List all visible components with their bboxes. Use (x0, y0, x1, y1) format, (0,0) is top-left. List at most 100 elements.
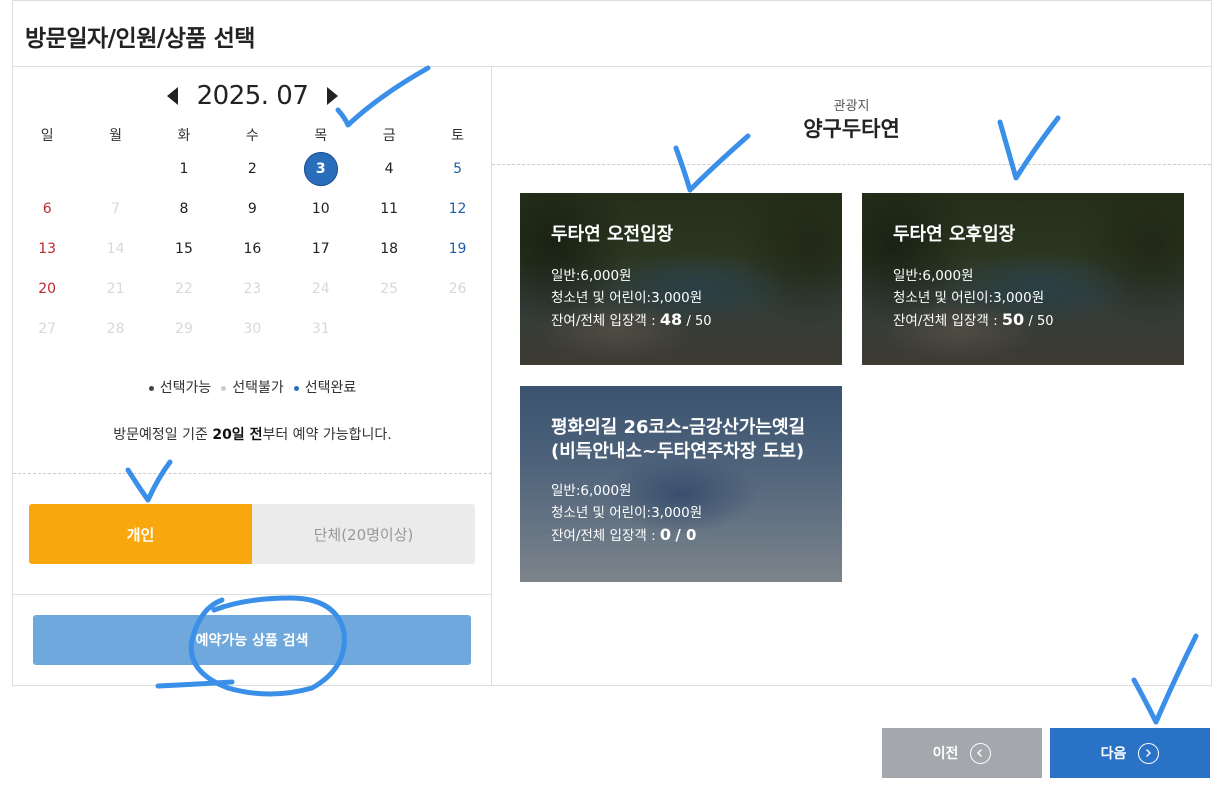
calendar-day[interactable]: 9 (218, 192, 286, 226)
calendar-day: 29 (150, 312, 218, 346)
product-card-trail[interactable]: 평화의길 26코스-금강산가는옛길 (비득안내소~두타연주차장 도보) 일반:6… (520, 386, 842, 582)
product-card-afternoon[interactable]: 두타연 오후입장 일반:6,000원 청소년 및 어린이:3,000원 잔여/전… (862, 193, 1184, 365)
day-number: 29 (175, 321, 193, 337)
calendar-day: 25 (355, 272, 423, 306)
notice-text-bold: 20일 전 (212, 427, 263, 443)
next-button[interactable]: 다음 (1050, 728, 1210, 778)
legend-dot-icon (293, 385, 299, 391)
previous-label: 이전 (932, 746, 959, 762)
remaining-count: 48 (659, 310, 683, 329)
calendar-day[interactable]: 10 (287, 192, 355, 226)
calendar-empty-cell (13, 152, 81, 186)
legend-dot-icon (221, 385, 227, 391)
legend-label: 선택가능 (159, 380, 212, 396)
calendar-day[interactable]: 20 (13, 272, 81, 306)
next-label: 다음 (1100, 746, 1127, 762)
calendar-day[interactable]: 4 (355, 152, 423, 186)
chevron-left-circle-icon (970, 742, 992, 764)
day-number: 25 (380, 281, 399, 297)
calendar-day[interactable]: 15 (150, 232, 218, 266)
calendar-day[interactable]: 8 (150, 192, 218, 226)
calendar-day: 24 (287, 272, 355, 306)
product-card-morning[interactable]: 두타연 오전입장 일반:6,000원 청소년 및 어린이:3,000원 잔여/전… (520, 193, 842, 365)
search-products-button[interactable]: 예약가능 상품 검색 (33, 615, 471, 665)
calendar-day[interactable]: 11 (355, 192, 423, 226)
day-number: 24 (311, 281, 330, 297)
prev-month-arrow-icon[interactable] (166, 87, 178, 105)
calendar-day[interactable]: 6 (13, 192, 81, 226)
spot-category: 관광지 (833, 99, 870, 114)
calendar-empty-cell (355, 312, 423, 346)
calendar-day: 7 (81, 192, 149, 226)
day-number: 8 (179, 201, 189, 217)
day-number: 3 (303, 152, 338, 186)
group-button[interactable]: 단체(20명이상) (252, 504, 475, 564)
legend-label: 선택불가 (232, 380, 284, 396)
adult-price: 일반:6,000원 (551, 268, 632, 284)
reservation-page: 방문일자/인원/상품 선택 2025. 07 일월화수목금토 123456789… (0, 0, 1222, 787)
calendar-grid: 일월화수목금토 1 2 3 4 5 6 7 8 9 10 11 12 13 14 15 16 17 18 19 20 2… (13, 123, 492, 349)
day-number: 18 (380, 241, 399, 257)
calendar-day[interactable]: 13 (13, 232, 81, 266)
day-number: 14 (106, 241, 125, 257)
remaining-count: 0 (659, 525, 672, 544)
calendar-week: 1 2 3 4 5 (13, 149, 492, 189)
calendar-day: 14 (81, 232, 149, 266)
day-number: 22 (175, 281, 193, 297)
day-number: 19 (448, 241, 467, 257)
legend-item: 선택완료 (293, 377, 356, 397)
calendar-day: 28 (81, 312, 149, 346)
booking-notice: 방문예정일 기준 20일 전부터 예약 가능합니다. (13, 424, 492, 444)
calendar-week: 13 14 15 16 17 18 19 (13, 229, 492, 269)
legend-item: 선택가능 (148, 377, 212, 397)
calendar-day[interactable]: 2 (218, 152, 286, 186)
day-number (441, 312, 475, 346)
legend-dot-icon (148, 385, 154, 391)
weekday-label: 수 (245, 128, 259, 144)
day-number: 11 (380, 201, 399, 217)
capacity-label: 잔여/전체 입장객 : (551, 528, 660, 544)
individual-button[interactable]: 개인 (29, 504, 252, 564)
total-count: / 50 (686, 314, 712, 329)
calendar-day[interactable]: 18 (355, 232, 423, 266)
calendar-day[interactable]: 17 (287, 232, 355, 266)
calendar-day[interactable]: 1 (150, 152, 218, 186)
day-number: 13 (38, 241, 57, 257)
calendar-legend: 선택가능 선택불가 선택완료 (13, 377, 492, 397)
weekday-label: 목 (314, 128, 328, 144)
calendar-day[interactable]: 5 (423, 152, 491, 186)
visitor-type-toggle: 개인 단체(20명이상) (29, 504, 475, 564)
day-number: 6 (42, 201, 52, 217)
day-number: 15 (175, 241, 193, 257)
calendar-day: 31 (287, 312, 355, 346)
calendar-day[interactable]: 12 (423, 192, 491, 226)
calendar-day[interactable]: 16 (218, 232, 286, 266)
notice-text-after: 부터 예약 가능합니다. (262, 427, 392, 443)
next-month-arrow-icon[interactable] (327, 87, 339, 105)
calendar-day[interactable]: 19 (423, 232, 491, 266)
capacity-line: 잔여/전체 입장객 : 50 / 50 (893, 309, 1054, 333)
spot-name: 양구두타연 (803, 117, 900, 141)
date-visitor-section: 2025. 07 일월화수목금토 1 2 3 4 5 6 7 8 9 10 11 12 13 14 15 16… (13, 67, 492, 685)
product-name: 평화의길 26코스-금강산가는옛길 (비득안내소~두타연주차장 도보) (551, 417, 806, 462)
day-number (372, 312, 406, 346)
chevron-right-circle-icon (1138, 742, 1160, 764)
youth-price: 청소년 및 어린이:3,000원 (893, 290, 1045, 306)
youth-price: 청소년 및 어린이:3,000원 (551, 290, 703, 306)
title-bar: 방문일자/인원/상품 선택 (12, 0, 1212, 66)
day-number: 17 (311, 241, 330, 257)
day-number: 5 (453, 161, 462, 177)
day-number (99, 152, 133, 186)
weekday-label: 일 (40, 128, 54, 144)
day-number: 30 (243, 321, 262, 337)
calendar-day[interactable]: 3 (287, 152, 355, 186)
weekday-label: 월 (109, 128, 123, 144)
calendar-week: 6 7 8 9 10 11 12 (13, 189, 492, 229)
adult-price: 일반:6,000원 (893, 268, 974, 284)
page-title: 방문일자/인원/상품 선택 (25, 26, 255, 52)
calendar-day: 27 (13, 312, 81, 346)
product-name: 두타연 오전입장 (551, 224, 674, 245)
day-number: 4 (384, 161, 394, 177)
previous-button[interactable]: 이전 (882, 728, 1042, 778)
capacity-label: 잔여/전체 입장객 : (893, 313, 1002, 329)
